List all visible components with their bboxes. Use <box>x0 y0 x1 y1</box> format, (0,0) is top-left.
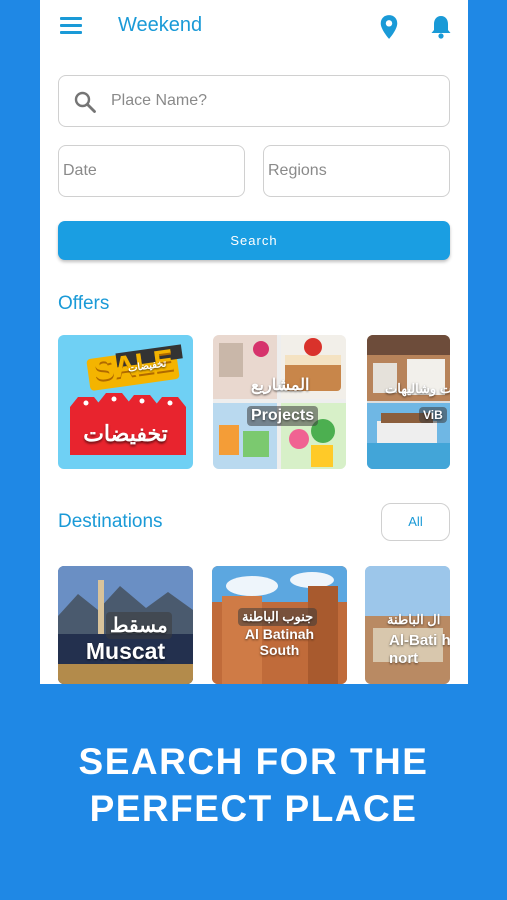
destination-al-batinah-south-ar-label: جنوب الباطنة <box>238 608 318 626</box>
destination-card-al-batinah-north[interactable]: ال الباطنة Al-Bati h nort <box>365 566 450 684</box>
offer-card-projects[interactable]: المشاريع Projects <box>213 335 346 469</box>
destination-al-batinah-south-label: Al Batinah South <box>244 626 315 658</box>
destination-card-al-batinah-south[interactable]: جنوب الباطنة Al Batinah South <box>212 566 347 684</box>
bell-icon[interactable] <box>429 14 453 40</box>
regions-field[interactable]: Regions <box>263 145 450 197</box>
search-icon <box>74 91 96 113</box>
offer-projects-ar-label: المشاريع <box>251 377 310 394</box>
menu-icon[interactable] <box>60 17 82 35</box>
projects-collage-image <box>213 335 346 469</box>
offer-sale-ar-label: تخفيضات <box>83 421 168 446</box>
place-search-placeholder: Place Name? <box>111 92 208 109</box>
regions-placeholder: Regions <box>268 162 327 179</box>
offer-projects-label: Projects <box>247 406 319 426</box>
chalets-image <box>367 335 450 469</box>
promo-line-1: SEARCH FOR THE <box>78 741 429 782</box>
destination-muscat-label: Muscat <box>85 638 166 664</box>
date-placeholder: Date <box>63 162 97 179</box>
date-field[interactable]: Date <box>58 145 245 197</box>
destination-card-muscat[interactable]: مسقط Muscat <box>58 566 193 684</box>
app-screen: Weekend Place Name? Date Regions Search … <box>40 0 468 684</box>
offer-vib-ar-label: ات وشاليهات <box>385 381 450 396</box>
search-button[interactable]: Search <box>58 221 450 260</box>
offer-vib-label: ViB <box>419 407 447 423</box>
promo-headline: SEARCH FOR THE PERFECT PLACE <box>0 738 507 832</box>
destination-al-batinah-north-ar-label: ال الباطنة <box>387 612 441 627</box>
offers-title: Offers <box>58 293 110 314</box>
place-search-input[interactable]: Place Name? <box>58 75 450 127</box>
app-bar: Weekend <box>40 0 468 56</box>
promo-line-2: PERFECT PLACE <box>89 788 418 829</box>
location-pin-icon[interactable] <box>378 14 400 40</box>
all-destinations-button[interactable]: All <box>381 503 450 541</box>
destination-muscat-ar-label: مسقط <box>106 612 172 639</box>
app-title: Weekend <box>118 14 203 36</box>
destination-al-batinah-north-label: Al-Bati h nort <box>389 632 450 667</box>
destinations-title: Destinations <box>58 511 163 532</box>
offer-card-sale[interactable]: SALE تخفيضات تخفيضات <box>58 335 193 469</box>
offer-card-vib[interactable]: ات وشاليهات ViB <box>367 335 450 469</box>
